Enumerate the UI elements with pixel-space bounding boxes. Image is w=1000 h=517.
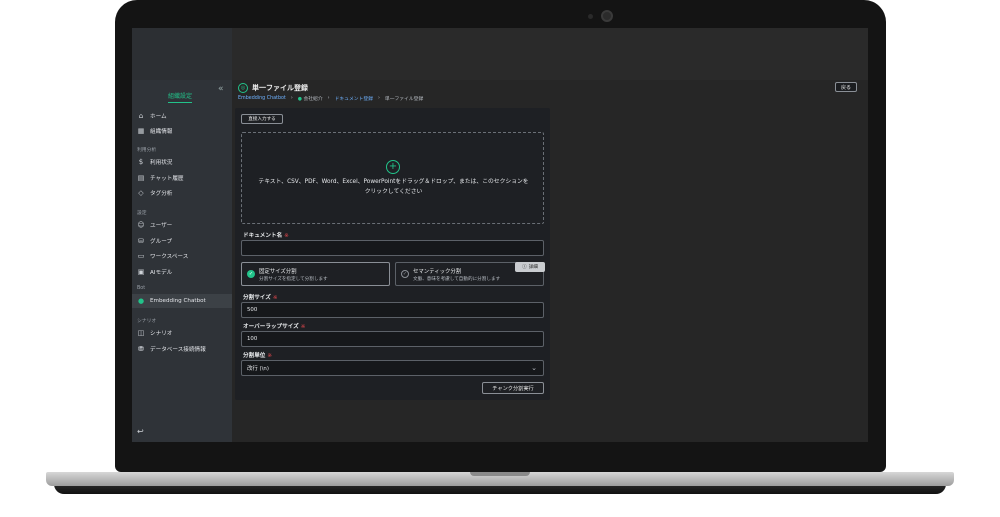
radio-unchecked-icon: ✓ [401, 270, 409, 278]
sidebar-section-scenario: シナリオ [137, 319, 157, 324]
laptop-lid: « 組織設定 ⌂ ホーム ▦ 組織情報 利用分析 $ 利用状況 ▤ チャット履歴 ◇ タグ… [115, 0, 886, 472]
overlap-size-label: オーバーラップサイズ ※ [243, 324, 306, 330]
bot-icon: ● [297, 97, 302, 102]
screen: « 組織設定 ⌂ ホーム ▦ 組織情報 利用分析 $ 利用状況 ▤ チャット履歴 ◇ タグ… [132, 28, 868, 442]
sidebar-item-chat-history[interactable]: ▤ チャット履歴 [137, 172, 227, 184]
option-title: 固定サイズ分割 [259, 269, 297, 275]
chevron-down-icon: ⌄ [531, 364, 537, 372]
option-semantic[interactable]: ✓ セマンティック分割 文脈、意味を考慮して自動的に分割します ⓘ 詳細 [395, 262, 545, 286]
sidebar-item-usage[interactable]: $ 利用状況 [137, 156, 227, 168]
top-blank-area [132, 28, 868, 80]
sidebar-item-users[interactable]: ☺ ユーザー [137, 219, 227, 231]
split-unit-label: 分割単位 ※ [243, 353, 273, 359]
sidebar-item-database[interactable]: ⛃ データベース接続情報 [137, 343, 227, 355]
dropzone-text: テキスト、CSV、PDF、Word、Excel、PowerPointをドラッグ＆… [258, 179, 529, 195]
chunk-size-input[interactable]: 500 [241, 302, 544, 318]
sidebar-title: 組織設定 [168, 91, 193, 103]
sidebar-section-analytics: 利用分析 [137, 148, 157, 153]
ai-model-icon: ▣ [137, 268, 145, 276]
upload-panel: 直接入力する + テキスト、CSV、PDF、Word、Excel、PowerPo… [235, 108, 550, 400]
breadcrumb-item[interactable]: ● 会社紹介 [298, 95, 323, 102]
sidebar-item-groups[interactable]: ⛁ グループ [137, 235, 227, 247]
chunk-split-run-button[interactable]: チャンク分割実行 [482, 382, 544, 394]
breadcrumb-separator: › [327, 96, 330, 101]
back-arrow-icon[interactable]: ↩ [137, 427, 144, 436]
breadcrumb-separator: › [290, 96, 293, 101]
sidebar-item-scenario[interactable]: ◫ シナリオ [137, 327, 227, 339]
info-icon: ⓘ [522, 265, 527, 270]
option-title: セマンティック分割 [413, 269, 462, 275]
breadcrumb-item[interactable]: ドキュメント登録 [335, 95, 373, 102]
camera-sensor [588, 14, 593, 19]
sidebar-item-org-info[interactable]: ▦ 組織情報 [137, 125, 227, 137]
page-title: 単一ファイル登録 [252, 84, 308, 92]
database-icon: ⛃ [138, 345, 144, 353]
file-dropzone[interactable]: + テキスト、CSV、PDF、Word、Excel、PowerPointをドラッ… [241, 132, 544, 224]
sidebar-item-home[interactable]: ⌂ ホーム [137, 110, 227, 122]
option-description: 文脈、意味を考慮して自動的に分割します [413, 277, 501, 282]
breadcrumb: Embedding Chatbot › ● 会社紹介 › ドキュメント登録 › … [238, 95, 423, 102]
document-name-label: ドキュメント名 ※ [243, 233, 289, 239]
sidebar-section-settings: 設定 [137, 211, 147, 216]
laptop-base [46, 472, 954, 500]
breadcrumb-separator: › [377, 96, 380, 101]
chunk-size-label: 分割サイズ ※ [243, 295, 278, 301]
sidebar-item-ai-model[interactable]: ▣ AIモデル [137, 266, 227, 278]
top-blank-left [132, 28, 232, 80]
file-register-icon: ◎ [238, 83, 248, 93]
check-icon: ✓ [247, 270, 255, 278]
document-name-input[interactable] [241, 240, 544, 256]
chatbot-icon: ● [137, 297, 145, 305]
sidebar-item-tag-analysis[interactable]: ◇ タグ分析 [137, 187, 227, 199]
sidebar-item-workspace[interactable]: ▭ ワークスペース [137, 250, 227, 262]
base-notch [470, 472, 530, 476]
building-icon: ▦ [137, 127, 145, 135]
tag-icon: ◇ [138, 189, 144, 197]
overlap-size-input[interactable]: 100 [241, 331, 544, 347]
sidebar-section-bot: Bot [137, 286, 146, 291]
option-fixed-size[interactable]: ✓ 固定サイズ分割 分割サイズを指定して分割します [241, 262, 390, 286]
home-icon: ⌂ [138, 112, 144, 120]
breadcrumb-current: 単一ファイル登録 [384, 97, 424, 102]
collapse-icon[interactable]: « [218, 84, 224, 94]
dollar-icon: $ [138, 158, 144, 166]
breadcrumb-item[interactable]: Embedding Chatbot [238, 96, 286, 101]
back-button[interactable]: 戻る [835, 82, 857, 92]
chat-history-icon: ▤ [137, 174, 145, 182]
detail-button[interactable]: ⓘ 詳細 [515, 262, 545, 272]
workspace-icon: ▭ [137, 252, 145, 260]
direct-input-button[interactable]: 直接入力する [241, 114, 283, 124]
camera-icon [601, 10, 613, 22]
group-icon: ⛁ [138, 237, 144, 245]
split-unit-select[interactable]: 改行 (\n) ⌄ [241, 360, 544, 376]
plus-icon: + [386, 160, 400, 174]
option-description: 分割サイズを指定して分割します [259, 277, 328, 282]
book-icon: ◫ [137, 329, 145, 337]
user-icon: ☺ [137, 221, 145, 229]
sidebar: « 組織設定 ⌂ ホーム ▦ 組織情報 利用分析 $ 利用状況 ▤ チャット履歴 ◇ タグ… [132, 80, 232, 442]
sidebar-item-embedding-chatbot[interactable]: ● Embedding Chatbot [137, 295, 227, 307]
